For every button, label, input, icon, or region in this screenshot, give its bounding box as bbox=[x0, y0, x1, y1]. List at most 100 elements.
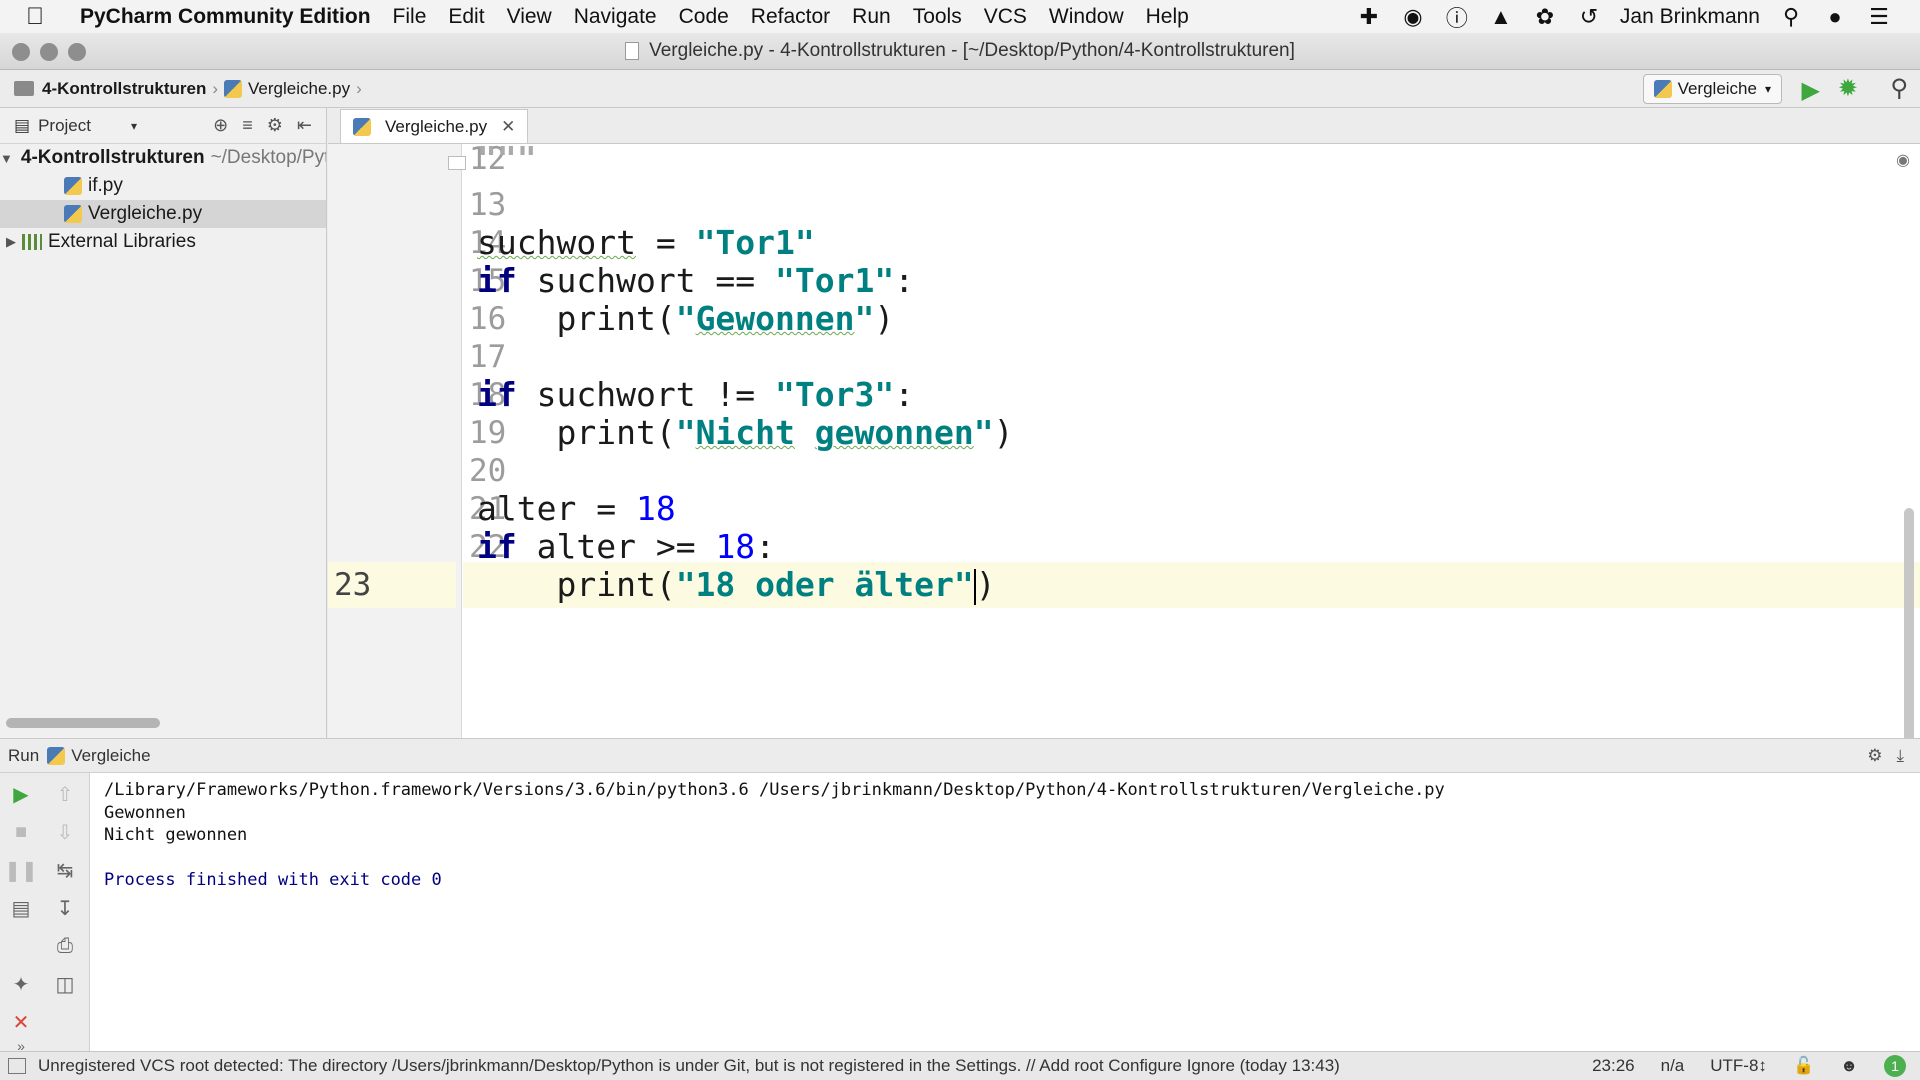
feather-icon[interactable]: ✿ bbox=[1532, 4, 1558, 30]
time-machine-icon[interactable]: ↺ bbox=[1576, 4, 1602, 30]
trash-icon[interactable]: ◫ bbox=[50, 969, 80, 999]
hide-panel-icon[interactable]: ⤓ bbox=[1896, 746, 1904, 766]
caret-position[interactable]: 23:26 bbox=[1592, 1056, 1635, 1076]
run-config-name[interactable]: Vergleiche bbox=[71, 746, 150, 766]
project-header: ▤ Project ▾ ⊕ ≡ ⚙ ⇤ bbox=[0, 108, 326, 144]
password-manager-icon[interactable]: ⓘ bbox=[1444, 4, 1470, 31]
tree-item-if-py[interactable]: if.py bbox=[0, 172, 326, 200]
tree-item-root-folder[interactable]: ▼ 4-Kontrollstrukturen ~/Desktop/Python/… bbox=[0, 144, 326, 172]
pin-icon[interactable]: ✦ bbox=[6, 969, 36, 999]
console-command: /Library/Frameworks/Python.framework/Ver… bbox=[104, 780, 1445, 800]
breadcrumb-folder[interactable]: 4-Kontrollstrukturen bbox=[42, 79, 206, 99]
eye-icon[interactable]: ◉ bbox=[1896, 150, 1910, 170]
user-name-menu[interactable]: Jan Brinkmann bbox=[1620, 5, 1760, 29]
file-icon bbox=[625, 42, 640, 60]
run-configuration-dropdown[interactable]: Vergleiche ▾ bbox=[1642, 74, 1782, 104]
chevron-down-icon[interactable]: ▾ bbox=[131, 119, 137, 133]
code-line[interactable]: print("Gewonnen") bbox=[463, 296, 1920, 342]
tree-item-vergleiche-py[interactable]: Vergleiche.py bbox=[0, 200, 326, 228]
print-icon[interactable]: ⎙ bbox=[50, 931, 80, 961]
tab-vergleiche-py[interactable]: Vergleiche.py ✕ bbox=[340, 109, 529, 143]
notification-center-icon[interactable]: ☰ bbox=[1866, 4, 1892, 30]
close-icon[interactable]: ✕ bbox=[501, 117, 515, 137]
code-editor: Vergleiche.py ✕ 12 """ 13 14 suchwort = … bbox=[328, 108, 1920, 758]
siri-icon[interactable]: ● bbox=[1822, 4, 1848, 30]
layout-icon[interactable]: ▤ bbox=[6, 893, 36, 923]
inspector-icon[interactable]: ☻ bbox=[1840, 1056, 1858, 1076]
expanded-arrow-icon[interactable]: ▼ bbox=[0, 151, 13, 166]
zoom-window-button[interactable] bbox=[68, 43, 86, 61]
menu-help[interactable]: Help bbox=[1146, 5, 1189, 29]
macos-menu-bar:  PyCharm Community Edition File Edit Vi… bbox=[0, 0, 1920, 33]
menu-window[interactable]: Window bbox=[1049, 5, 1124, 29]
plus-extension-icon[interactable]: ✚ bbox=[1356, 4, 1382, 30]
library-icon bbox=[22, 234, 42, 250]
line-number-current: 23 bbox=[328, 562, 456, 608]
line-separator[interactable]: n/a bbox=[1661, 1056, 1685, 1076]
python-file-icon bbox=[224, 79, 243, 98]
scroll-to-end-icon[interactable]: ↧ bbox=[50, 893, 80, 923]
current-code-line[interactable]: print("18 oder älter") bbox=[463, 562, 1920, 608]
project-view-selector[interactable]: Project bbox=[38, 116, 91, 136]
breadcrumb-file[interactable]: Vergleiche.py bbox=[248, 79, 350, 99]
code-area[interactable]: 12 """ 13 14 suchwort = "Tor1" 15 if suc… bbox=[463, 144, 1920, 738]
arrow-down-icon[interactable]: ⇩ bbox=[50, 817, 80, 847]
gear-icon[interactable]: ⚙ bbox=[1867, 746, 1882, 766]
project-tool-window: ▤ Project ▾ ⊕ ≡ ⚙ ⇤ ▼ 4-Kontrollstruktur… bbox=[0, 108, 327, 738]
menu-run[interactable]: Run bbox=[852, 5, 891, 29]
tab-label: Vergleiche.py bbox=[385, 116, 488, 136]
search-everywhere-icon[interactable]: ⚲ bbox=[1890, 74, 1908, 103]
menu-vcs[interactable]: VCS bbox=[984, 5, 1027, 29]
horizontal-scrollbar[interactable] bbox=[6, 718, 160, 728]
close-window-button[interactable] bbox=[12, 43, 30, 61]
code-text-print-gewonnen: print("Gewonnen") bbox=[477, 299, 895, 338]
hide-panel-icon[interactable]: ⇤ bbox=[297, 115, 312, 136]
app-name-menu[interactable]: PyCharm Community Edition bbox=[80, 5, 371, 29]
code-text-print-alter: print("18 oder älter") bbox=[477, 565, 996, 605]
run-config-label: Vergleiche bbox=[1677, 79, 1757, 98]
vertical-scrollbar[interactable] bbox=[1904, 508, 1914, 758]
soft-wrap-icon[interactable]: ↹ bbox=[50, 855, 80, 885]
file-label-vergleiche-py: Vergleiche.py bbox=[88, 203, 203, 224]
menu-view[interactable]: View bbox=[507, 5, 552, 29]
lock-icon[interactable]: 🔓 bbox=[1793, 1056, 1814, 1076]
menu-tools[interactable]: Tools bbox=[913, 5, 962, 29]
pause-icon[interactable]: ❚❚ bbox=[4, 855, 38, 885]
collapsed-arrow-icon[interactable]: ▶ bbox=[0, 234, 22, 250]
minimize-window-button[interactable] bbox=[40, 43, 58, 61]
python-file-icon bbox=[1653, 80, 1672, 98]
file-label-if-py: if.py bbox=[88, 175, 123, 196]
rerun-icon[interactable]: ▶ bbox=[6, 779, 36, 809]
status-bar: Unregistered VCS root detected: The dire… bbox=[0, 1051, 1920, 1080]
menu-edit[interactable]: Edit bbox=[448, 5, 484, 29]
event-log-badge[interactable]: 1 bbox=[1884, 1055, 1906, 1077]
console-output-line: Gewonnen bbox=[104, 802, 186, 823]
code-line[interactable]: """ bbox=[463, 144, 1920, 182]
apple-icon[interactable]:  bbox=[26, 3, 66, 31]
run-tool-window: Run Vergleiche ⚙ ⤓ ▶ ⇧ ■ ⇩ ❚❚ ↹ ▤ ↧ ⎙ ✦ … bbox=[0, 738, 1920, 1054]
menu-navigate[interactable]: Navigate bbox=[574, 5, 657, 29]
gear-icon[interactable]: ⚙ bbox=[267, 115, 283, 136]
stop-icon[interactable]: ■ bbox=[6, 817, 36, 847]
run-button[interactable]: ▶ bbox=[1802, 76, 1820, 105]
ghost-icon[interactable]: ▲ bbox=[1488, 4, 1514, 30]
python-file-icon bbox=[47, 746, 66, 765]
code-line[interactable]: print("Nicht gewonnen") bbox=[463, 410, 1920, 456]
file-encoding[interactable]: UTF-8↕ bbox=[1710, 1056, 1767, 1076]
tree-item-external-libraries[interactable]: ▶ External Libraries bbox=[0, 228, 326, 256]
tool-windows-icon[interactable] bbox=[8, 1058, 26, 1074]
menu-refactor[interactable]: Refactor bbox=[751, 5, 830, 29]
console-output[interactable]: /Library/Frameworks/Python.framework/Ver… bbox=[104, 773, 1920, 892]
spotlight-search-icon[interactable]: ⚲ bbox=[1778, 4, 1804, 30]
debug-bug-icon[interactable]: ✹ bbox=[1838, 74, 1858, 103]
menu-code[interactable]: Code bbox=[679, 5, 729, 29]
collapse-all-icon[interactable]: ≡ bbox=[242, 115, 253, 136]
arrow-up-icon[interactable]: ⇧ bbox=[50, 779, 80, 809]
code-text: """ bbox=[477, 144, 537, 178]
creative-cloud-icon[interactable]: ◉ bbox=[1400, 4, 1426, 30]
status-message[interactable]: Unregistered VCS root detected: The dire… bbox=[38, 1056, 1340, 1076]
editor-tab-bar: Vergleiche.py ✕ bbox=[328, 108, 1920, 144]
scroll-from-source-icon[interactable]: ⊕ bbox=[213, 115, 228, 136]
window-controls bbox=[12, 43, 86, 61]
menu-file[interactable]: File bbox=[393, 5, 427, 29]
